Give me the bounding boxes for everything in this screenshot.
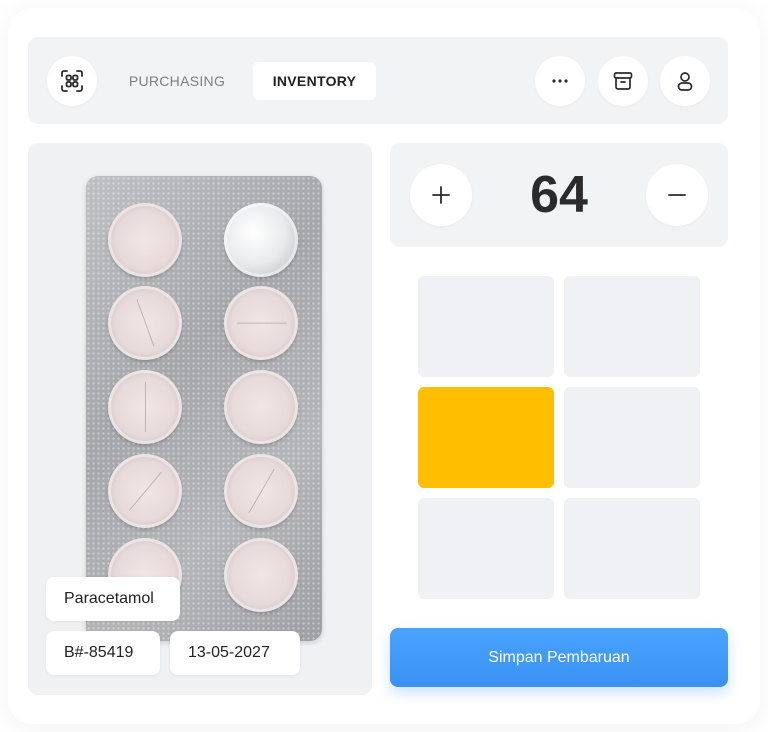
quantity-stepper: 64	[390, 143, 728, 247]
expiry-date-label: 13-05-2027	[170, 631, 300, 675]
grid-cell[interactable]	[418, 498, 554, 599]
save-updates-button[interactable]: Simpan Pembaruan	[390, 628, 728, 687]
scan-button[interactable]	[47, 56, 97, 106]
increment-button[interactable]	[410, 164, 472, 226]
tablet	[224, 454, 298, 528]
more-options-button[interactable]	[535, 56, 585, 106]
plus-icon	[430, 184, 452, 206]
grid-cell[interactable]	[564, 387, 700, 488]
top-toolbar: PURCHASING INVENTORY	[28, 37, 728, 124]
scan-icon	[59, 68, 85, 94]
tablet	[108, 454, 182, 528]
grid-cell[interactable]	[418, 276, 554, 377]
tablet	[108, 203, 182, 277]
grid-cell[interactable]	[564, 276, 700, 377]
tablet	[224, 370, 298, 444]
archive-button[interactable]	[598, 56, 648, 106]
tablet	[108, 286, 182, 360]
tablet	[108, 370, 182, 444]
minus-icon	[666, 184, 688, 206]
grid-cell-selected[interactable]	[418, 387, 554, 488]
tablet	[224, 538, 298, 612]
user-icon	[674, 70, 696, 92]
tablet	[224, 286, 298, 360]
tab-purchasing[interactable]: PURCHASING	[116, 62, 238, 100]
archive-icon	[612, 70, 634, 92]
decrement-button[interactable]	[646, 164, 708, 226]
blister-pack-image	[86, 176, 322, 641]
more-horizontal-icon	[552, 79, 568, 83]
empty-tablet-slot	[224, 203, 298, 277]
quantity-value: 64	[530, 166, 588, 224]
batch-number-label: B#-85419	[46, 631, 160, 675]
grid-cell[interactable]	[564, 498, 700, 599]
tab-inventory[interactable]: INVENTORY	[253, 62, 376, 100]
product-name-label: Paracetamol	[46, 577, 180, 621]
user-button[interactable]	[660, 56, 710, 106]
